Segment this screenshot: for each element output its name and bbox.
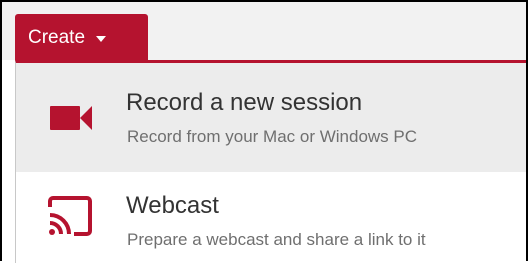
menu-item-subtitle: Prepare a webcast and share a link to it bbox=[127, 230, 426, 249]
menu-item-record-session[interactable]: Record a new session Record from your Ma… bbox=[16, 63, 526, 172]
video-camera-icon bbox=[50, 106, 92, 130]
menu-item-subtitle: Record from your Mac or Windows PC bbox=[127, 127, 418, 146]
window-frame: Create Record a new session Record from … bbox=[0, 0, 528, 266]
create-button[interactable]: Create bbox=[15, 14, 148, 62]
menu-item-webcast[interactable]: Webcast Prepare a webcast and share a li… bbox=[16, 172, 526, 266]
menu-item-title: Webcast bbox=[126, 192, 219, 219]
caret-down-icon bbox=[96, 36, 107, 42]
create-button-label: Create bbox=[28, 27, 86, 48]
create-dropdown-menu: Record a new session Record from your Ma… bbox=[15, 60, 526, 266]
menu-item-title: Record a new session bbox=[126, 89, 363, 116]
cast-icon bbox=[48, 196, 92, 236]
